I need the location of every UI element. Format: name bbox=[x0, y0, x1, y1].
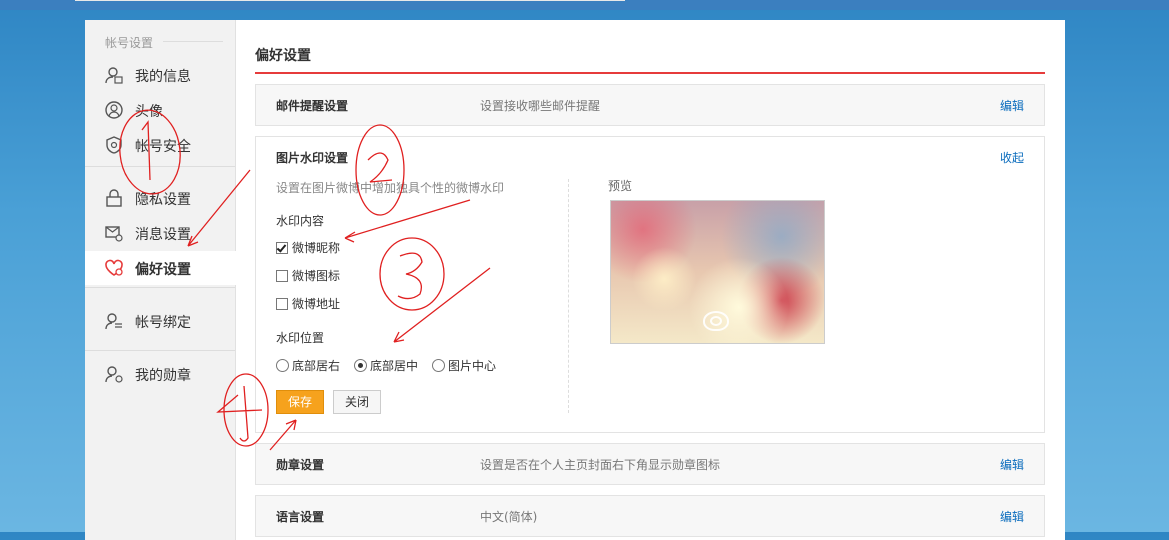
lock-icon bbox=[106, 189, 122, 207]
preview-image bbox=[610, 200, 825, 344]
sidebar-item-label: 头像 bbox=[135, 104, 163, 120]
row-title: 邮件提醒设置 bbox=[276, 99, 349, 113]
sidebar-item-my-info[interactable]: 我的信息 bbox=[85, 58, 235, 92]
sidebar-item-preferences[interactable]: 偏好设置 bbox=[85, 251, 236, 285]
user-medal-icon bbox=[105, 366, 123, 383]
radio-label: 图片中心 bbox=[448, 359, 497, 373]
sidebar-item-label: 我的信息 bbox=[135, 69, 191, 85]
sidebar-item-medals[interactable]: 我的勋章 bbox=[85, 357, 235, 391]
position-bottom-center[interactable]: 底部居中 bbox=[354, 357, 418, 374]
sidebar-item-label: 偏好设置 bbox=[135, 262, 191, 278]
avatar-icon bbox=[105, 101, 123, 119]
sidebar-item-label: 隐私设置 bbox=[135, 192, 191, 208]
position-bottom-right[interactable]: 底部居右 bbox=[276, 357, 340, 374]
watermark-setting-panel: 图片水印设置 收起 设置在图片微博中增加独具个性的微博水印 水印内容 微博昵称 … bbox=[255, 136, 1045, 433]
medal-setting-row: 勋章设置 设置是否在个人主页封面右下角显示勋章图标 编辑 bbox=[255, 443, 1045, 485]
radio-label: 底部居中 bbox=[370, 359, 419, 373]
page-title: 偏好设置 bbox=[255, 48, 311, 64]
weibo-watermark-icon bbox=[703, 311, 729, 331]
shield-icon bbox=[106, 136, 122, 154]
sidebar-divider bbox=[85, 287, 235, 288]
sidebar-item-label: 我的勋章 bbox=[135, 368, 191, 384]
sidebar-item-binding[interactable]: 帐号绑定 bbox=[85, 304, 235, 338]
heart-gear-icon bbox=[105, 259, 123, 276]
watermark-title: 图片水印设置 bbox=[276, 151, 349, 165]
title-underline bbox=[255, 72, 1045, 74]
option-label: 微博地址 bbox=[292, 297, 341, 311]
row-desc: 设置是否在个人主页封面右下角显示勋章图标 bbox=[480, 458, 721, 472]
sidebar: 帐号设置 我的信息 头像 帐号安全 隐私设置 消息设置 偏好设置 帐号绑定 我的… bbox=[85, 20, 236, 540]
sidebar-divider bbox=[85, 166, 235, 167]
option-url[interactable]: 微博地址 bbox=[276, 295, 340, 312]
option-label: 微博图标 bbox=[292, 269, 341, 283]
watermark-desc: 设置在图片微博中增加独具个性的微博水印 bbox=[276, 181, 505, 195]
sidebar-item-privacy[interactable]: 隐私设置 bbox=[85, 181, 235, 215]
preview-label: 预览 bbox=[608, 179, 633, 193]
sidebar-item-label: 帐号安全 bbox=[135, 139, 191, 155]
row-desc: 中文(简体) bbox=[480, 510, 538, 524]
user-link-icon bbox=[105, 313, 122, 330]
language-setting-row: 语言设置 中文(简体) 编辑 bbox=[255, 495, 1045, 537]
edit-link[interactable]: 编辑 bbox=[1000, 97, 1024, 114]
save-button[interactable]: 保存 bbox=[276, 390, 324, 414]
mail-setting-row: 邮件提醒设置 设置接收哪些邮件提醒 编辑 bbox=[255, 84, 1045, 126]
sidebar-item-security[interactable]: 帐号安全 bbox=[85, 128, 235, 162]
settings-panel: 帐号设置 我的信息 头像 帐号安全 隐私设置 消息设置 偏好设置 帐号绑定 我的… bbox=[85, 20, 1065, 540]
sidebar-item-label: 消息设置 bbox=[135, 227, 191, 243]
radio-bottom-center[interactable] bbox=[354, 359, 368, 372]
sidebar-divider bbox=[85, 350, 235, 351]
close-button[interactable]: 关闭 bbox=[333, 390, 381, 414]
row-title: 语言设置 bbox=[276, 510, 325, 524]
radio-image-center[interactable] bbox=[432, 359, 446, 372]
group-title-line bbox=[163, 41, 223, 42]
row-desc: 设置接收哪些邮件提醒 bbox=[480, 99, 601, 113]
vertical-separator bbox=[568, 179, 569, 413]
checkbox-url[interactable] bbox=[276, 297, 288, 310]
sidebar-item-avatar[interactable]: 头像 bbox=[85, 93, 235, 127]
user-info-icon bbox=[105, 67, 123, 84]
collapse-link[interactable]: 收起 bbox=[1000, 149, 1024, 166]
sidebar-group-title: 帐号设置 bbox=[105, 36, 154, 50]
position-image-center[interactable]: 图片中心 bbox=[432, 357, 496, 374]
option-nickname[interactable]: 微博昵称 bbox=[276, 239, 340, 256]
sidebar-item-label: 帐号绑定 bbox=[135, 315, 191, 331]
edit-link[interactable]: 编辑 bbox=[1000, 508, 1024, 525]
option-label: 微博昵称 bbox=[292, 241, 341, 255]
radio-bottom-right[interactable] bbox=[276, 359, 289, 372]
edit-link[interactable]: 编辑 bbox=[1000, 456, 1024, 473]
top-strip bbox=[0, 0, 1169, 10]
checkbox-nickname[interactable] bbox=[276, 241, 288, 254]
row-title: 勋章设置 bbox=[276, 458, 325, 472]
top-bar bbox=[75, 0, 625, 1]
radio-label: 底部居右 bbox=[292, 359, 341, 373]
content-label: 水印内容 bbox=[276, 214, 325, 228]
position-label: 水印位置 bbox=[276, 331, 325, 345]
position-radio-group: 底部居右 底部居中 图片中心 bbox=[276, 357, 496, 374]
sidebar-item-message[interactable]: 消息设置 bbox=[85, 216, 235, 250]
option-icon[interactable]: 微博图标 bbox=[276, 267, 340, 284]
message-gear-icon bbox=[105, 226, 123, 242]
checkbox-icon[interactable] bbox=[276, 269, 288, 282]
